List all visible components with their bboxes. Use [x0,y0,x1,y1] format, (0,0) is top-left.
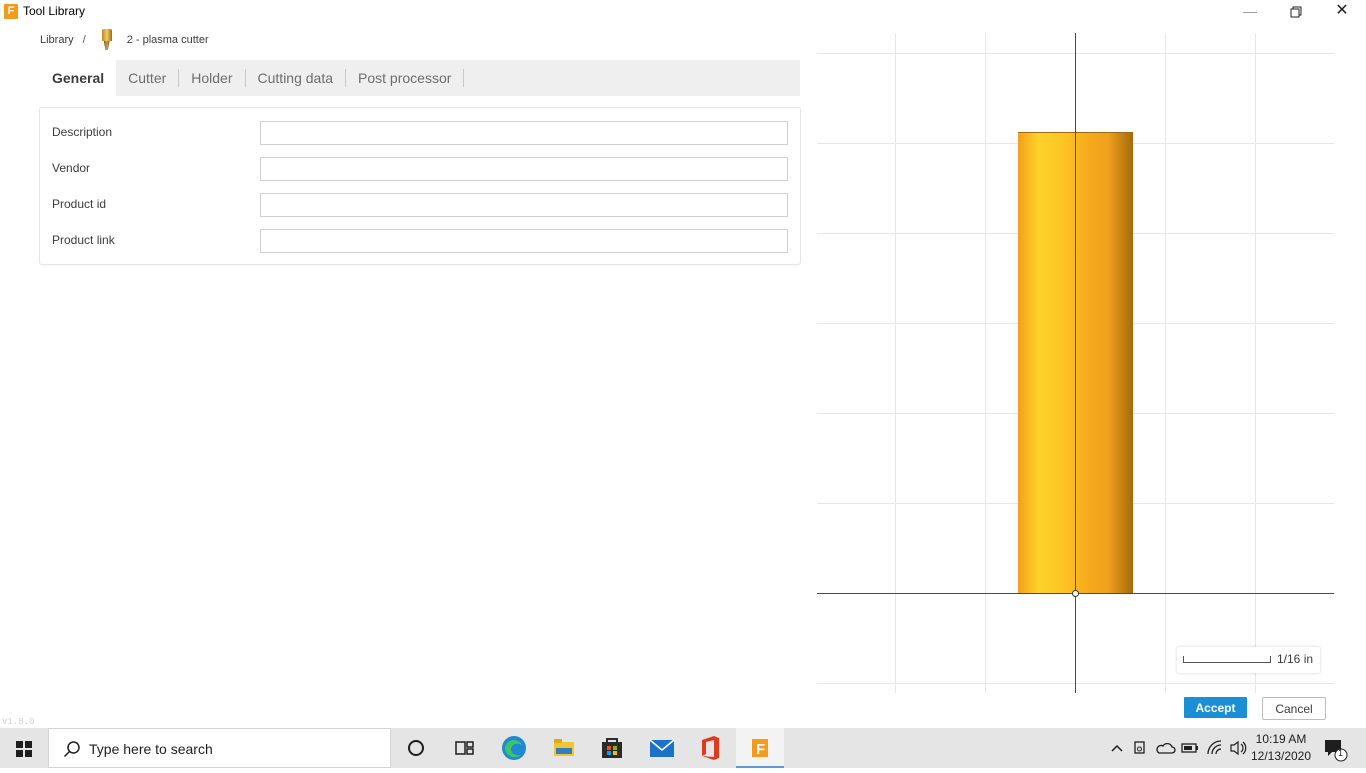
origin-marker [1072,590,1079,597]
form-row-product-link: Product link [52,229,788,253]
edge-icon[interactable] [490,728,538,768]
general-form: Description Vendor Product id Product li… [39,107,801,265]
battery-icon[interactable] [1180,728,1200,768]
cancel-button[interactable]: Cancel [1262,697,1326,720]
fusion-app-icon: F [4,4,18,19]
task-view-icon[interactable] [440,728,488,768]
tab-holder[interactable]: Holder [179,60,244,96]
search-icon [63,741,80,758]
product-link-field[interactable] [260,229,788,253]
meet-now-icon[interactable] [1132,728,1150,768]
tool-preview-viewport[interactable] [817,33,1334,693]
breadcrumb: Library / 2 - plasma cutter [40,29,209,51]
scale-indicator: 1/16 in [1177,647,1320,673]
tab-cutter[interactable]: Cutter [116,60,178,96]
product-id-label: Product id [52,197,107,211]
grid-line [895,33,896,693]
vendor-label: Vendor [52,161,91,175]
volume-icon[interactable] [1228,728,1248,768]
form-row-description: Description [52,121,788,145]
restore-icon[interactable] [1273,0,1319,24]
grid-line [985,33,986,693]
start-button[interactable] [0,728,48,768]
file-explorer-icon[interactable] [540,728,588,768]
scale-label: 1/16 in [1277,652,1314,666]
wifi-icon[interactable] [1205,728,1225,768]
tab-general[interactable]: General [40,60,117,96]
close-icon[interactable]: ✕ [1319,0,1365,24]
grid-line [1255,33,1256,693]
accept-button[interactable]: Accept [1184,697,1247,718]
product-link-label: Product link [52,233,115,247]
breadcrumb-current: 2 - plasma cutter [126,34,209,46]
grid-line [1165,33,1166,693]
svg-text:F: F [756,741,765,758]
title-bar: F Tool Library — ✕ [0,0,1366,24]
taskbar-search[interactable]: Type here to search [48,728,391,768]
windows-icon [16,741,32,757]
cortana-icon[interactable] [392,728,440,768]
notification-count: 1 [1338,748,1344,758]
store-icon[interactable] [588,728,636,768]
version-label: v1.8.0 [2,717,35,727]
plasma-cutter-icon [100,29,114,51]
breadcrumb-separator: / [82,34,86,46]
clock-time: 10:19 AM [1255,732,1307,746]
tab-bar: General Cutter Holder Cutting data Post … [40,60,800,96]
tab-cutting-data[interactable]: Cutting data [246,60,346,96]
clock-date: 12/13/2020 [1250,749,1312,763]
product-id-field[interactable] [260,193,788,217]
fusion-icon[interactable]: F [736,728,784,768]
tab-divider [463,69,465,87]
show-hidden-icons-icon[interactable] [1108,728,1126,768]
tab-post-processor[interactable]: Post processor [346,60,463,96]
notifications-icon[interactable]: 1 [1322,728,1348,768]
scale-bar [1183,656,1271,663]
search-placeholder: Type here to search [89,741,213,757]
form-row-product-id: Product id [52,193,788,217]
office-icon[interactable] [686,728,734,768]
minimize-icon[interactable]: — [1227,0,1273,24]
mail-icon[interactable] [638,728,686,768]
vendor-field[interactable] [260,157,788,181]
onedrive-icon[interactable] [1155,728,1177,768]
description-label: Description [52,125,113,139]
taskbar: Type here to search F 10:19 AM 12/13/202… [0,728,1366,768]
form-row-vendor: Vendor [52,157,788,181]
breadcrumb-library-link[interactable]: Library [40,34,74,46]
description-field[interactable] [260,121,788,145]
window-title: Tool Library [23,4,86,18]
system-clock[interactable]: 10:19 AM 12/13/2020 [1248,731,1314,765]
